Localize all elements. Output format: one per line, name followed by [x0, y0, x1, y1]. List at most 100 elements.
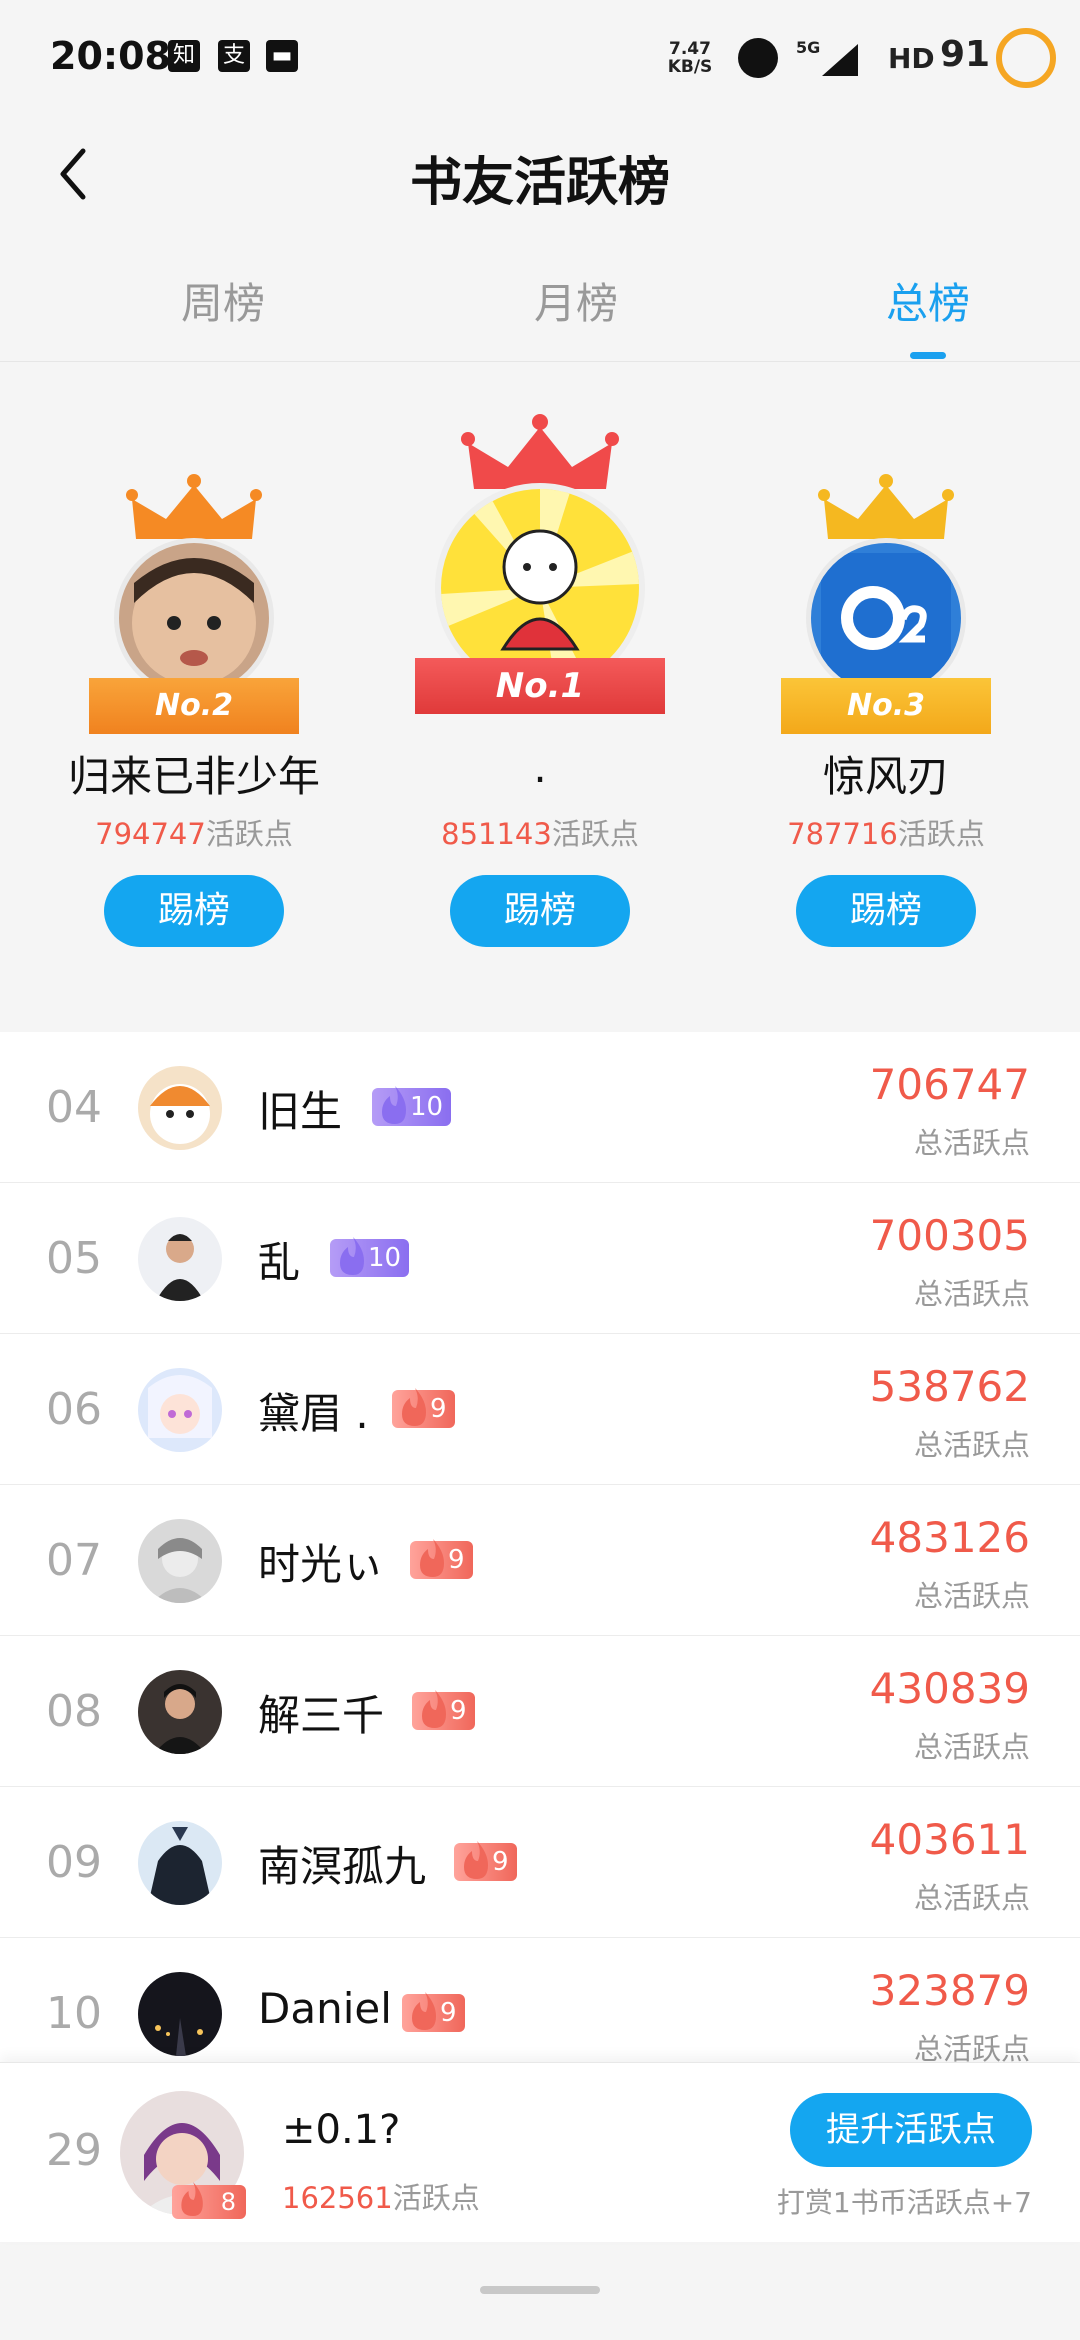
flame-icon — [181, 2182, 203, 2216]
ranking-row[interactable]: 08 解三千 9 430839 总活跃点 — [0, 1636, 1080, 1787]
user-name: 乱 — [258, 1238, 301, 1287]
home-indicator[interactable] — [480, 2286, 600, 2294]
ranking-row[interactable]: 04 旧生 10 706747 总活跃点 — [0, 1032, 1080, 1183]
data-saver-icon — [738, 38, 778, 78]
tab-monthly[interactable]: 月榜 — [476, 270, 676, 331]
flame-icon — [422, 1690, 446, 1728]
avatar[interactable] — [138, 1217, 222, 1301]
podium-name: . — [533, 743, 547, 792]
flame-icon — [412, 1992, 436, 2030]
crown-icon — [126, 474, 262, 539]
avatar[interactable] — [138, 1821, 222, 1905]
points-suffix: 活跃点 — [897, 817, 985, 851]
rank-number: 08 — [46, 1686, 102, 1737]
level-badge: 10 — [372, 1086, 452, 1126]
user-name: 解三千 — [258, 1691, 385, 1740]
my-level-badge: 8 — [172, 2182, 246, 2219]
rank-ribbon: No.3 — [781, 678, 991, 734]
rank-ribbon: No.1 — [415, 658, 665, 714]
podium-avatar[interactable] — [806, 538, 966, 698]
user-name: 黛眉 . — [258, 1389, 369, 1438]
page-title: 书友活跃榜 — [409, 153, 670, 213]
my-level-value: 8 — [220, 2188, 236, 2216]
level-badge: 9 — [410, 1539, 473, 1579]
score-label: 总活跃点 — [913, 1579, 1030, 1613]
level-value: 10 — [410, 1092, 444, 1122]
kick-button[interactable]: 踢榜 — [796, 875, 976, 947]
ranking-row[interactable]: 06 黛眉 . 9 538762 总活跃点 — [0, 1334, 1080, 1485]
boost-activity-button[interactable]: 提升活跃点 — [790, 2093, 1032, 2167]
crown-icon — [818, 474, 954, 539]
score-label: 总活跃点 — [913, 1730, 1030, 1764]
tab-weekly[interactable]: 周榜 — [123, 270, 323, 331]
total-score: 483126 — [869, 1513, 1030, 1562]
my-points-value: 162561 — [282, 2181, 393, 2215]
kick-button[interactable]: 踢榜 — [104, 875, 284, 947]
total-score: 700305 — [869, 1211, 1030, 1260]
my-points-suffix: 活跃点 — [392, 2181, 480, 2215]
total-score: 403611 — [869, 1815, 1030, 1864]
alipay-app-icon: 支 — [218, 40, 250, 72]
rank-number: 10 — [46, 1988, 102, 2039]
podium-points: 851143活跃点 — [370, 811, 710, 853]
status-time: 20:08 — [50, 34, 171, 78]
score-label: 总活跃点 — [913, 1126, 1030, 1160]
level-badge: 9 — [454, 1841, 517, 1881]
my-rank-bar: 29 8 ±0.1? 162561活跃点 提升活跃点 打赏1书币活跃点+7 — [0, 2062, 1080, 2242]
rank-number: 06 — [46, 1384, 102, 1435]
avatar[interactable] — [138, 1066, 222, 1150]
podium-points: 787716活跃点 — [716, 811, 1056, 853]
avatar[interactable] — [138, 1670, 222, 1754]
avatar[interactable] — [138, 1519, 222, 1603]
level-badge: 10 — [330, 1237, 410, 1277]
total-score: 706747 — [869, 1060, 1030, 1109]
status-bar: 20:08 知 支 ▬ 7.47 KB/S 5G HD 91 — [0, 0, 1080, 120]
podium-name: 惊风刃 — [822, 752, 949, 801]
podium-avatar[interactable] — [114, 538, 274, 698]
score-label: 总活跃点 — [913, 1277, 1030, 1311]
total-score: 430839 — [869, 1664, 1030, 1713]
network-speed-value: 7.47 — [669, 39, 711, 59]
user-name: Daniel — [258, 1984, 392, 2033]
signal-bars-icon — [822, 44, 858, 76]
my-name: ±0.1? — [282, 2107, 401, 2153]
network-speed-unit: KB/S — [667, 57, 713, 77]
top-three-podium: No.2 归来已非少年 794747活跃点 踢榜 No.1 . 851143活跃… — [0, 363, 1080, 1008]
podium-points: 794747活跃点 — [24, 811, 364, 853]
network-speed: 7.47 KB/S — [660, 40, 720, 76]
flame-icon — [382, 1086, 406, 1124]
avatar[interactable] — [138, 1368, 222, 1452]
points-value: 787716 — [787, 817, 898, 851]
my-rank-number: 29 — [46, 2125, 102, 2176]
user-name: 旧生 — [258, 1087, 343, 1136]
user-name: 南溟孤九 — [258, 1842, 427, 1891]
level-badge: 9 — [412, 1690, 475, 1730]
ranking-row[interactable]: 09 南溟孤九 9 403611 总活跃点 — [0, 1787, 1080, 1938]
nav-header: 书友活跃榜 — [0, 120, 1080, 230]
total-score: 538762 — [869, 1362, 1030, 1411]
tab-total[interactable]: 总榜 — [828, 270, 1028, 331]
kick-button[interactable]: 踢榜 — [450, 875, 630, 947]
period-tabs: 周榜 月榜 总榜 — [0, 240, 1080, 362]
ranking-row[interactable]: 05 乱 10 700305 总活跃点 — [0, 1183, 1080, 1334]
level-value: 10 — [368, 1243, 402, 1273]
flame-icon — [340, 1237, 364, 1275]
level-badge: 9 — [392, 1388, 455, 1428]
points-value: 851143 — [441, 817, 552, 851]
points-value: 794747 — [95, 817, 206, 851]
avatar[interactable] — [138, 1972, 222, 2056]
reward-tip: 打赏1书币活跃点+7 — [776, 2186, 1032, 2219]
zhihu-app-icon: 知 — [168, 40, 200, 72]
points-suffix: 活跃点 — [551, 817, 639, 851]
crown-icon — [461, 414, 619, 489]
score-label: 总活跃点 — [913, 1428, 1030, 1462]
my-points: 162561活跃点 — [282, 2175, 480, 2217]
rank-number: 05 — [46, 1233, 102, 1284]
total-score: 323879 — [869, 1966, 1030, 2015]
user-name: 时光ぃ — [258, 1540, 385, 1589]
ranking-row[interactable]: 07 时光ぃ 9 483126 总活跃点 — [0, 1485, 1080, 1636]
flame-icon — [464, 1841, 488, 1879]
active-tab-indicator — [910, 352, 946, 359]
rank-number: 04 — [46, 1082, 102, 1133]
level-badge: 9 — [402, 1992, 465, 2032]
